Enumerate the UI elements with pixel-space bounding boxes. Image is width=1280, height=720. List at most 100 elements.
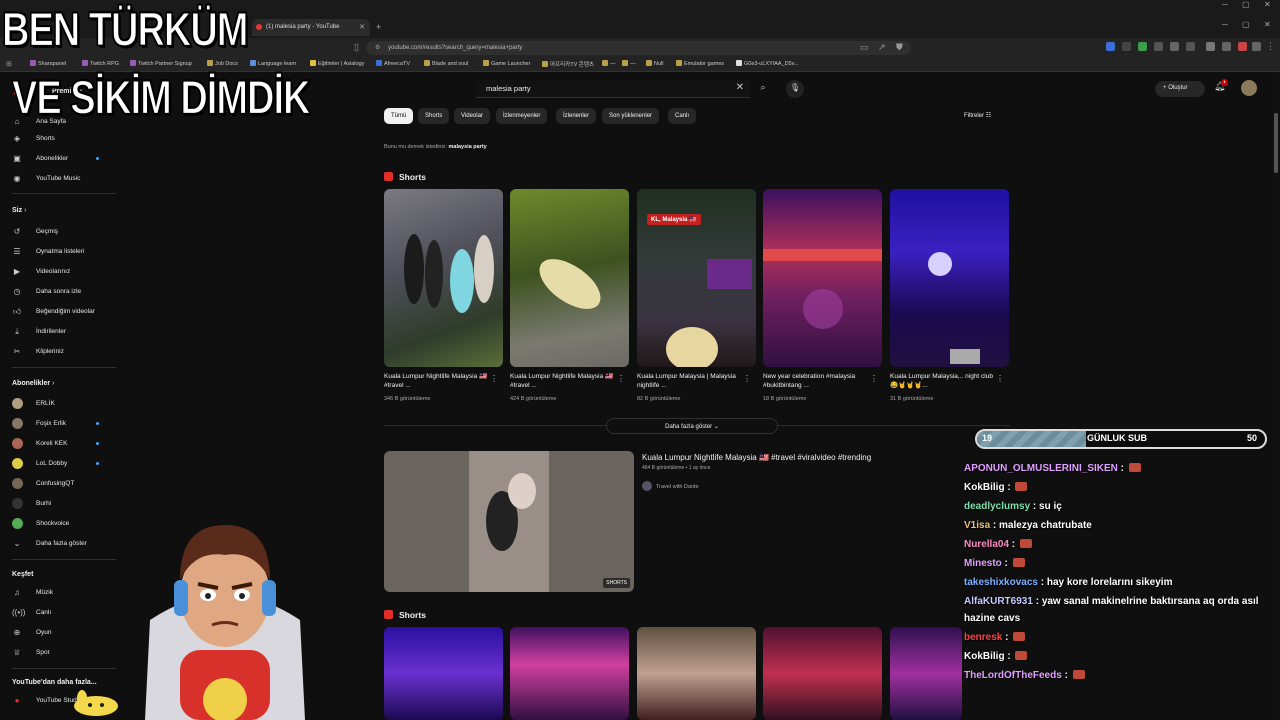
scrollbar-thumb[interactable] xyxy=(1274,113,1278,173)
bookmark-item[interactable]: Null xyxy=(646,60,663,67)
extension-icon[interactable] xyxy=(1106,42,1115,51)
chip-shorts[interactable]: Shorts xyxy=(418,108,450,124)
short-thumbnail[interactable] xyxy=(384,627,503,720)
bookmark-item[interactable]: Eğitimler | Asialogy xyxy=(310,60,364,67)
sidebar-icon[interactable] xyxy=(1222,42,1231,51)
bookmark-item[interactable]: Job Docs xyxy=(207,60,238,67)
chat-username[interactable]: V1isa xyxy=(964,520,990,531)
extension-icon[interactable] xyxy=(1122,42,1131,51)
short-thumbnail[interactable]: KL, Malaysia 🇲🇾 xyxy=(637,189,756,367)
bookmark-item[interactable]: Twitch RPG xyxy=(82,60,119,67)
chat-username[interactable]: KokBilig xyxy=(964,651,1005,662)
extension-icon[interactable] xyxy=(1186,42,1195,51)
clear-search-icon[interactable]: ✕ xyxy=(736,82,744,93)
short-title[interactable]: Kuala Lumpur Malaysia | Malaysia nightli… xyxy=(637,373,741,390)
chip-watched[interactable]: İzlenenler xyxy=(556,108,597,124)
bookmark-item[interactable]: Sharapanel xyxy=(30,60,66,67)
url-bar[interactable]: ⚙ youtube.com/results?search_query=males… xyxy=(366,41,911,55)
site-info-icon[interactable]: ⚙ xyxy=(375,44,380,51)
video-thumbnail-image xyxy=(469,451,549,592)
did-you-mean-link[interactable]: malaysia party xyxy=(449,144,487,150)
bookmark-item[interactable]: — xyxy=(602,60,616,67)
bookmark-item[interactable]: AfreecaTV xyxy=(376,60,410,67)
short-thumbnail[interactable] xyxy=(510,189,629,367)
profile-browser-icon[interactable] xyxy=(1252,42,1261,51)
short-title[interactable]: Kuala Lumpur Nightlife Malaysia 🇲🇾#trave… xyxy=(384,373,488,390)
bookmark-item[interactable]: 아프리카TV 콘텐츠 xyxy=(542,60,594,68)
notifications-button[interactable]: 🔔︎ 1 xyxy=(1214,79,1228,92)
sidebar-section-you[interactable]: Siz › xyxy=(12,207,26,214)
chip-live[interactable]: Canlı xyxy=(668,108,697,124)
search-button[interactable]: ⌕ xyxy=(750,80,776,98)
short-thumbnail[interactable] xyxy=(890,189,1009,367)
bookmark-item[interactable]: Twitch Partner Signup xyxy=(130,60,192,67)
chat-username[interactable]: deadlyclumsy xyxy=(964,501,1030,512)
chat-username[interactable]: Nurella04 xyxy=(964,539,1009,550)
chat-username[interactable]: AlfaKURT6931 xyxy=(964,596,1033,607)
media-control-icon[interactable] xyxy=(1206,42,1215,51)
more-actions-icon[interactable]: ⋮ xyxy=(617,374,625,383)
more-actions-icon[interactable]: ⋮ xyxy=(870,374,878,383)
bookmark-item[interactable]: Game Launcher xyxy=(483,60,530,67)
extension-icon[interactable] xyxy=(1138,42,1147,51)
page-scrollbar[interactable] xyxy=(1272,73,1280,720)
chat-emote xyxy=(1015,482,1028,491)
chip-unwatched[interactable]: İzlenmeyenler xyxy=(496,108,548,124)
bookmark-item[interactable]: Language learn xyxy=(250,60,296,67)
show-more-button[interactable]: Daha fazla göster ⌄ xyxy=(606,418,778,434)
video-icon: ▶ xyxy=(13,267,21,276)
short-title[interactable]: Kuala Lumpur Nightlife Malaysia 🇲🇾 #trav… xyxy=(510,373,614,390)
short-thumbnail[interactable] xyxy=(637,627,756,720)
sidebar-section-subscriptions[interactable]: Abonelikler › xyxy=(12,380,54,387)
voice-search-button[interactable]: 🎙︎ xyxy=(786,80,804,98)
bookmark-item[interactable]: Emulator games xyxy=(676,60,724,67)
more-actions-icon[interactable]: ⋮ xyxy=(490,374,498,383)
chip-recently-uploaded[interactable]: Son yüklenenler xyxy=(602,108,660,124)
extension-icon[interactable] xyxy=(1154,42,1163,51)
chat-username[interactable]: APONUN_OLMUSLERINI_SIKEN xyxy=(964,463,1118,474)
chip-all[interactable]: Tümü xyxy=(384,108,414,124)
maximize-window-icon[interactable]: ▢ xyxy=(1242,0,1250,9)
browser-tab[interactable]: (1) malesia party - YouTube ✕ xyxy=(252,19,370,36)
bookmark-item[interactable]: G0e3-uLXYIAA_D5v... xyxy=(736,60,799,67)
short-thumbnail[interactable] xyxy=(763,189,882,367)
video-title[interactable]: Kuala Lumpur Nightlife Malaysia 🇲🇾 #trav… xyxy=(642,453,871,462)
short-title[interactable]: Kuala Lumpur Malaysia,.. night club 😂🤘🤘🤘… xyxy=(890,373,994,390)
bookmark-item[interactable]: Blade and soul xyxy=(424,60,468,67)
short-thumbnail[interactable] xyxy=(763,627,882,720)
chat-username[interactable]: benresk xyxy=(964,632,1002,643)
bookmark-icon[interactable]: ▯ xyxy=(354,42,359,53)
more-actions-icon[interactable]: ⋮ xyxy=(996,374,1004,383)
extension-icon[interactable] xyxy=(1170,42,1179,51)
bookmark-item[interactable]: — xyxy=(622,60,636,67)
apps-grid-icon[interactable]: ⊞ xyxy=(6,60,12,68)
minimize-window-icon[interactable]: ─ xyxy=(1222,0,1228,9)
more-actions-icon[interactable]: ⋮ xyxy=(743,374,751,383)
menu-dots-icon[interactable]: ⋮ xyxy=(1266,41,1275,52)
extension-icon[interactable] xyxy=(1238,42,1247,51)
filters-button[interactable]: Filtreler ☷ xyxy=(964,112,991,119)
restore-page-icon[interactable]: ▢ xyxy=(1242,20,1250,29)
close-page-icon[interactable]: ✕ xyxy=(1264,20,1271,29)
short-thumbnail[interactable] xyxy=(384,189,503,367)
chat-username[interactable]: Minesto xyxy=(964,558,1002,569)
share-icon[interactable]: ↗ xyxy=(878,42,886,53)
chat-username[interactable]: KokBilig xyxy=(964,482,1005,493)
video-thumbnail[interactable]: SHORTS xyxy=(384,451,634,592)
video-channel[interactable]: Travel with Dante xyxy=(642,481,699,491)
minimize-page-icon[interactable]: ─ xyxy=(1222,20,1228,29)
search-input[interactable]: malesia party ✕ xyxy=(476,80,750,98)
chat-username[interactable]: TheLordOfTheFeeds xyxy=(964,670,1062,681)
profile-avatar[interactable] xyxy=(1241,80,1257,96)
short-title[interactable]: New year celebration #malaysia #bukitbin… xyxy=(763,373,867,390)
create-button[interactable]: + Oluştur xyxy=(1155,81,1205,97)
short-thumbnail[interactable] xyxy=(890,627,962,720)
close-window-icon[interactable]: ✕ xyxy=(1264,0,1271,9)
chip-videos[interactable]: Videolar xyxy=(454,108,490,124)
cast-icon[interactable]: ▭ xyxy=(860,42,869,53)
chat-username[interactable]: takeshixkovacs xyxy=(964,577,1038,588)
new-tab-icon[interactable]: + xyxy=(376,22,381,32)
short-thumbnail[interactable] xyxy=(510,627,629,720)
shield-icon[interactable]: ⛊ xyxy=(896,42,903,53)
close-tab-icon[interactable]: ✕ xyxy=(359,23,365,31)
